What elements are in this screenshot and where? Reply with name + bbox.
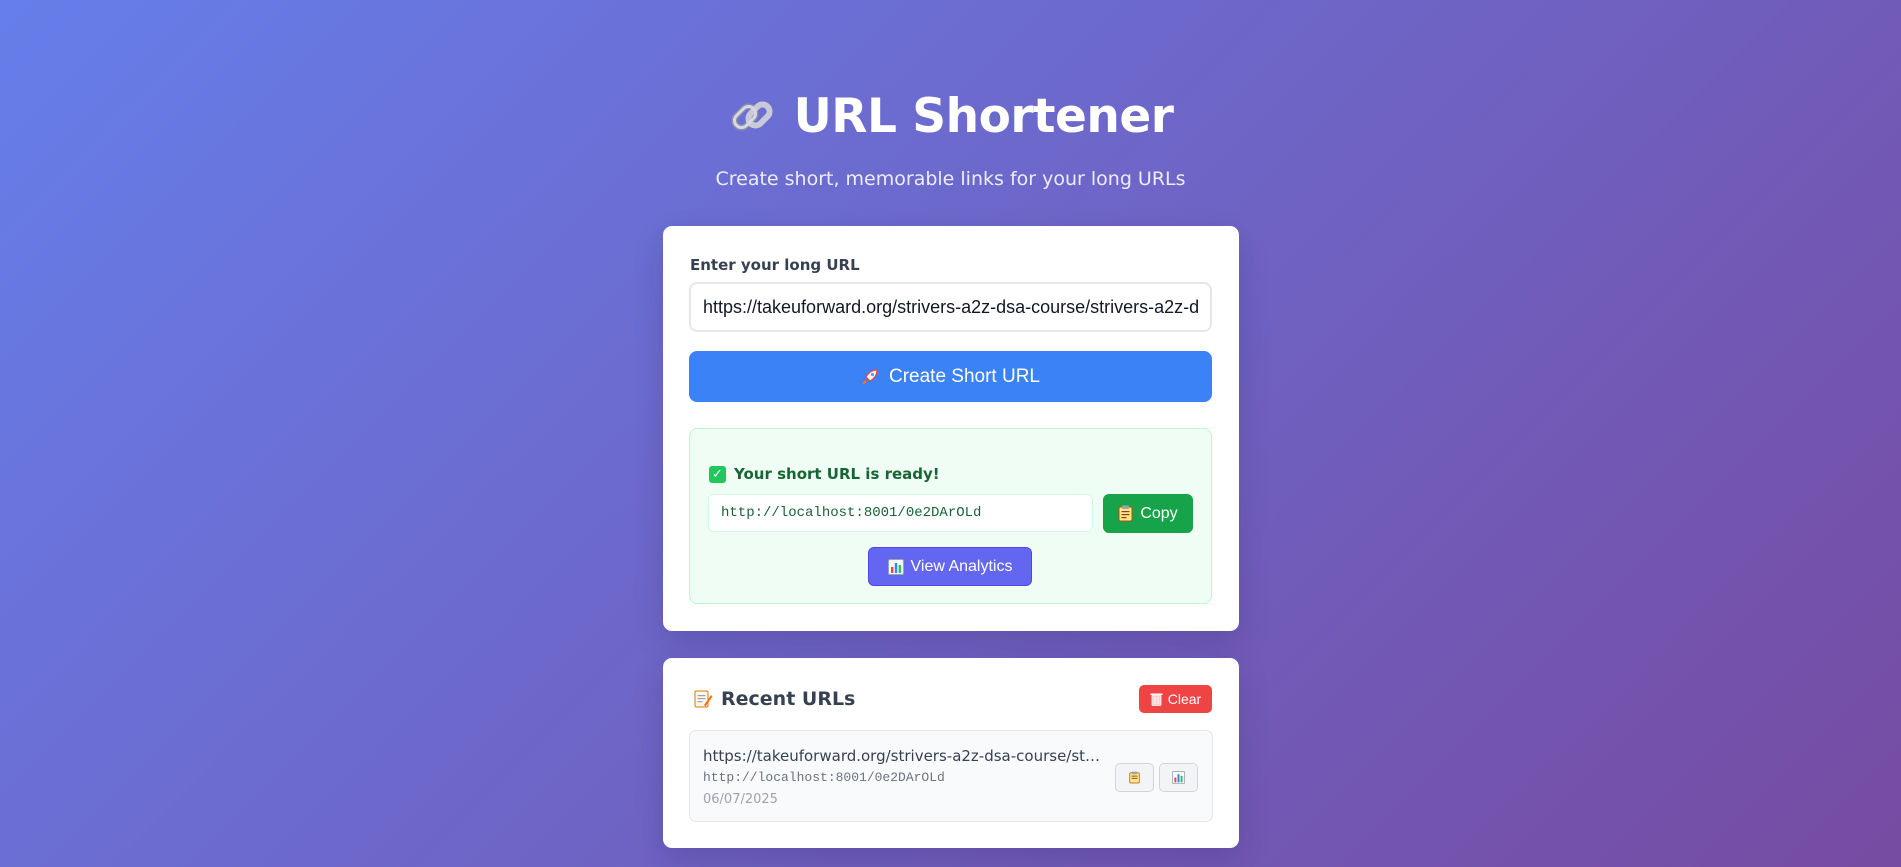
result-title: ✓ Your short URL is ready! [709,465,940,483]
short-url-field[interactable] [708,494,1093,532]
result-title-text: Your short URL is ready! [734,465,940,483]
rocket-icon [862,368,878,385]
page-title-text: URL Shortener [793,88,1174,144]
bar-chart-icon [887,558,904,575]
recent-urls-heading-text: Recent URLs [721,688,856,710]
recent-long-url: https://takeuforward.org/strivers-a2z-ds… [703,747,1103,765]
url-field-label: Enter your long URL [690,256,860,274]
link-icon [731,101,773,131]
bar-chart-icon [1172,771,1185,784]
copy-button-label: Copy [1140,504,1178,522]
page-header: URL Shortener Create short, memorable li… [0,86,1901,191]
page-title: URL Shortener [728,86,1174,146]
view-analytics-button[interactable]: View Analytics [868,547,1032,586]
recent-analytics-button[interactable] [1159,763,1198,792]
long-url-input[interactable] [689,282,1212,332]
shorten-card: Enter your long URL Create Short URL ✓ Y… [663,226,1239,631]
recent-urls-heading: Recent URLs [693,688,855,710]
recent-copy-button[interactable] [1115,763,1154,792]
analytics-button-label: View Analytics [910,557,1013,575]
clipboard-icon [1129,771,1140,784]
recent-short-url[interactable]: http://localhost:8001/0e2DArOLd [703,770,945,785]
memo-icon [694,690,713,708]
list-item: https://takeuforward.org/strivers-a2z-ds… [689,730,1213,822]
clear-button-label: Clear [1167,691,1202,707]
create-short-url-button[interactable]: Create Short URL [689,351,1212,402]
check-icon: ✓ [709,465,726,483]
clipboard-icon [1118,505,1133,522]
copy-button[interactable]: Copy [1103,494,1193,533]
page-subtitle: Create short, memorable links for your l… [715,168,1186,190]
recent-urls-card: Recent URLs Clear https://takeuforward.o… [663,658,1239,848]
create-button-label: Create Short URL [888,365,1040,387]
recent-date: 06/07/2025 [703,792,778,807]
clear-button[interactable]: Clear [1139,685,1212,713]
trash-icon [1150,693,1163,706]
result-panel: ✓ Your short URL is ready! Copy View Ana… [689,428,1212,604]
